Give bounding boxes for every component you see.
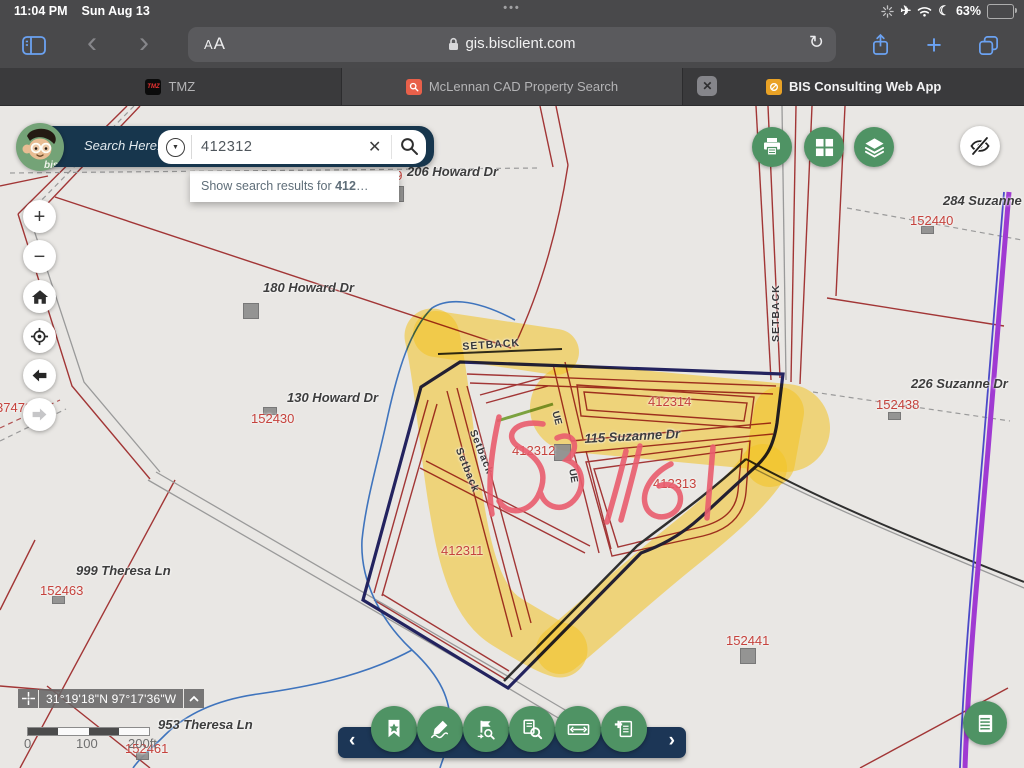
measure-ruler-icon [567, 718, 590, 741]
coordinates-widget[interactable]: 31°19'18"N 97°17'36"W [18, 689, 204, 708]
home-icon [31, 288, 49, 306]
print-button[interactable] [752, 127, 792, 167]
back-extent-button[interactable] [23, 359, 56, 392]
bis-favicon [766, 79, 782, 95]
gps-locate-icon [30, 327, 49, 346]
scale-tick: 0 [24, 736, 31, 751]
safari-toolbar: ‹ › AA gis.bisclient.com ↻ + [0, 22, 1024, 68]
legend-list-icon [975, 713, 996, 734]
flag-search-icon [475, 718, 497, 740]
add-page-icon [613, 718, 635, 740]
add-page-button[interactable] [601, 706, 647, 752]
flag-search-button[interactable] [463, 706, 509, 752]
coordinates-value: 31°19'18"N 97°17'36"W [39, 689, 183, 708]
search-input[interactable]: 412312 [201, 139, 252, 155]
zoom-out-button[interactable]: − [23, 240, 56, 273]
address-bar[interactable]: AA gis.bisclient.com ↻ [188, 27, 836, 62]
tab-bis-consulting[interactable]: ✕ BIS Consulting Web App [682, 68, 1024, 105]
search-type-dropdown[interactable]: ▼ [166, 138, 185, 157]
bookmarks-button[interactable] [371, 706, 417, 752]
measure-button[interactable] [555, 706, 601, 752]
reload-button[interactable]: ↻ [809, 32, 824, 53]
wifi-icon [917, 6, 932, 17]
battery-percent: 63% [956, 4, 981, 18]
tabs-icon [977, 34, 1000, 57]
tab-strip: TMZ TMZ McLennan CAD Property Search ✕ B… [0, 68, 1024, 106]
layers-button[interactable] [854, 127, 894, 167]
layers-icon [864, 137, 885, 158]
status-bar: 11:04 PM Sun Aug 13 ••• ✈ ☾ 63% [0, 0, 1024, 22]
tab-mclennan-cad[interactable]: McLennan CAD Property Search [341, 68, 683, 105]
hide-markup-button[interactable] [960, 126, 1000, 166]
legend-button[interactable] [963, 701, 1007, 745]
document-search-button[interactable] [509, 706, 555, 752]
arrow-right-icon [30, 405, 49, 424]
printer-icon [762, 137, 782, 157]
battery-icon [987, 4, 1014, 19]
scale-tick: 100 [76, 736, 98, 751]
activity-spinner-icon [881, 5, 894, 18]
arrow-left-icon [30, 366, 49, 385]
url-text: gis.bisclient.com [465, 35, 575, 52]
forward-button[interactable]: › [124, 27, 164, 63]
crosshair-icon [18, 689, 38, 708]
search-input-group: ▼ 412312 ✕ [158, 130, 426, 164]
eye-off-icon [969, 135, 991, 157]
clear-search-icon[interactable]: ✕ [368, 137, 381, 157]
draw-button[interactable] [417, 706, 463, 752]
magnifier-favicon [406, 79, 422, 95]
apps-grid-button[interactable] [804, 127, 844, 167]
close-tab-icon[interactable]: ✕ [697, 76, 717, 96]
lock-icon [448, 37, 459, 51]
tab-overview-button[interactable] [968, 27, 1008, 63]
locate-button[interactable] [23, 320, 56, 353]
grid-icon [815, 138, 834, 157]
browser-chrome: 11:04 PM Sun Aug 13 ••• ✈ ☾ 63% ‹ › AA g… [0, 0, 1024, 68]
scale-bar [27, 727, 150, 736]
document-search-icon [521, 718, 543, 740]
parcel-linework [0, 0, 1024, 768]
expand-coords-button[interactable] [184, 689, 204, 708]
search-suggestion[interactable]: Show search results for 412… [190, 171, 399, 202]
back-button[interactable]: ‹ [72, 27, 112, 63]
carousel-right-button[interactable]: › [669, 730, 675, 752]
scale-tick: 200ft [128, 736, 157, 751]
sidebar-icon [22, 36, 46, 55]
pencil-draw-icon [429, 718, 451, 740]
search-label: Search Here: [84, 138, 161, 153]
tmz-favicon: TMZ [145, 79, 161, 95]
moon-icon: ☾ [938, 3, 950, 19]
home-button[interactable] [23, 280, 56, 313]
share-icon [871, 33, 890, 57]
sidebar-toggle-button[interactable] [14, 27, 54, 63]
forward-extent-button[interactable] [23, 398, 56, 431]
multitask-handle: ••• [0, 2, 1024, 14]
zoom-in-button[interactable]: + [23, 200, 56, 233]
new-tab-button[interactable]: + [914, 27, 954, 63]
bis-logo-avatar[interactable]: bis [16, 123, 64, 171]
bookmark-star-icon [383, 718, 405, 740]
tab-tmz[interactable]: TMZ TMZ [0, 68, 341, 105]
search-submit-icon[interactable] [400, 137, 419, 161]
gis-map-canvas[interactable]: 206 Howard Dr180 Howard Dr130 Howard Dr9… [0, 0, 1024, 768]
airplane-icon: ✈ [900, 3, 911, 19]
carousel-left-button[interactable]: ‹ [349, 730, 355, 752]
share-button[interactable] [860, 27, 900, 63]
